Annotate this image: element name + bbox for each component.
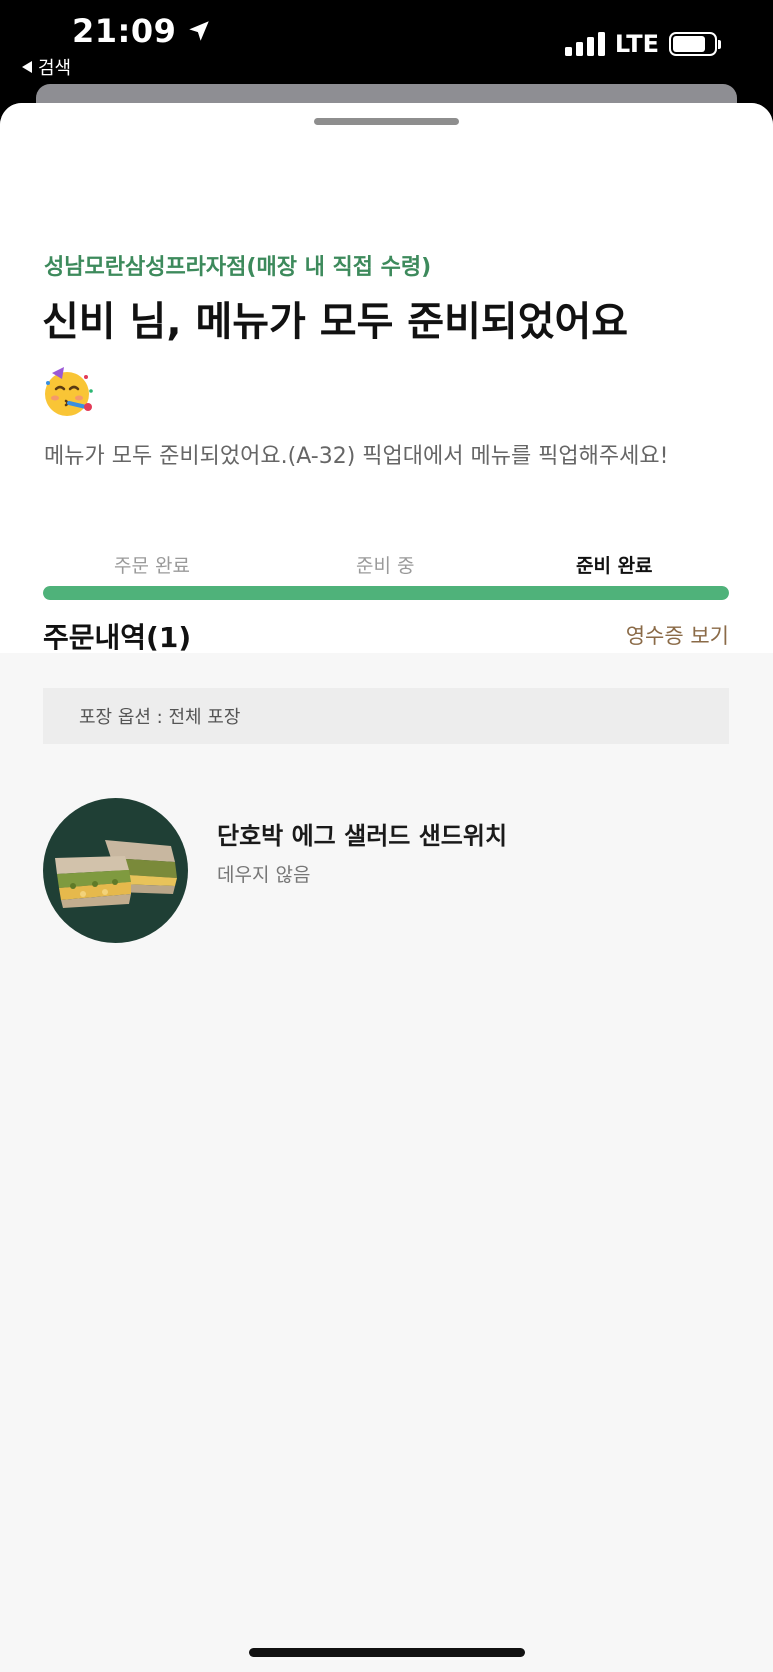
ready-headline: 신비 님, 메뉴가 모두 준비되었어요 [42,299,629,345]
status-time: 21:09 [72,12,212,50]
status-time-text: 21:09 [72,12,177,50]
status-indicators: LTE [564,30,721,58]
network-type: LTE [614,30,659,58]
order-status-screen: 21:09 검색 LTE 성남모란삼성프라자점(매장 내 직접 수령) 신비 님… [0,0,773,1672]
battery-level [673,36,705,52]
location-arrow-icon [189,21,210,41]
back-triangle-icon [22,61,32,73]
order-progress-fill [43,586,729,600]
partying-face-icon [45,367,93,416]
cellular-signal-icon [564,32,605,56]
order-progress-steps: 주문 완료 준비 중 준비 완료 [44,551,730,581]
status-bar: 21:09 검색 LTE [0,0,773,86]
home-indicator [249,1648,525,1657]
step-ready: 준비 완료 [576,555,653,577]
order-status-card: 성남모란삼성프라자점(매장 내 직접 수령) 신비 님, 메뉴가 모두 준비되었… [0,103,773,653]
sheet-grabber[interactable] [314,118,459,125]
order-progress-bar [43,586,729,600]
order-item-name: 단호박 에그 샐러드 샌드위치 [217,822,508,850]
order-sheet: 성남모란삼성프라자점(매장 내 직접 수령) 신비 님, 메뉴가 모두 준비되었… [0,103,773,1672]
back-to-search-button[interactable]: 검색 [22,54,71,80]
order-item-option: 데우지 않음 [217,864,311,886]
battery-icon [669,32,721,56]
back-to-search-label: 검색 [38,58,72,79]
step-order-complete: 주문 완료 [114,555,190,577]
pickup-message: 메뉴가 모두 준비되었어요.(A-32) 픽업대에서 메뉴를 픽업해주세요! [44,444,669,469]
store-name: 성남모란삼성프라자점(매장 내 직접 수령) [44,255,432,280]
order-details-header: 주문내역(1) 영수증 보기 [43,616,729,656]
sandwich-image [43,798,188,943]
sandwich-illustration [55,840,177,908]
packaging-option: 포장 옵션 : 전체 포장 [43,688,729,744]
step-preparing: 준비 중 [356,555,415,577]
order-item[interactable]: 단호박 에그 샐러드 샌드위치 데우지 않음 [43,798,729,944]
order-details-title: 주문내역(1) [43,621,192,654]
view-receipt-link[interactable]: 영수증 보기 [626,620,729,650]
